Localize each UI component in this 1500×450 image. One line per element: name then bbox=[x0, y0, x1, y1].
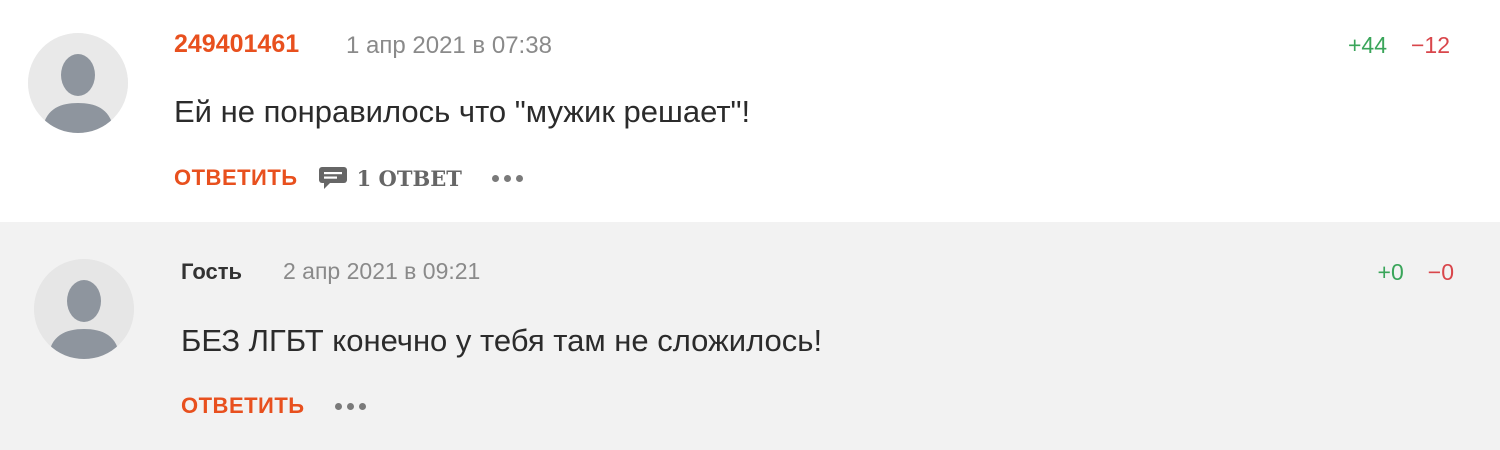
reply-button[interactable]: ОТВЕТИТЬ bbox=[174, 165, 298, 191]
reply-comment: Гость 2 апр 2021 в 09:21 +0 −0 БЕЗ ЛГБТ к… bbox=[0, 222, 1500, 450]
upvote-button[interactable]: +0 bbox=[1378, 259, 1404, 285]
comment-actions: ОТВЕТИТЬ 1 ОТВЕТ bbox=[174, 165, 528, 191]
replies-count-link[interactable]: 1 ОТВЕТ bbox=[318, 166, 462, 191]
comment-bubble-icon bbox=[318, 166, 348, 190]
comment: 249401461 1 апр 2021 в 07:38 +44 −12 Ей н… bbox=[0, 0, 1500, 222]
comment-actions: ОТВЕТИТЬ bbox=[181, 393, 371, 419]
reply-button[interactable]: ОТВЕТИТЬ bbox=[181, 393, 305, 419]
avatar bbox=[34, 259, 134, 359]
vote-counter: +44 −12 bbox=[1348, 32, 1450, 59]
replies-count-label: 1 ОТВЕТ bbox=[356, 165, 462, 191]
more-dots-icon[interactable] bbox=[491, 174, 528, 182]
vote-counter: +0 −0 bbox=[1378, 259, 1454, 286]
downvote-button[interactable]: −0 bbox=[1428, 259, 1454, 285]
comment-date: 1 апр 2021 в 07:38 bbox=[346, 32, 552, 59]
comment-text: БЕЗ ЛГБТ конечно у тебя там не сложилось… bbox=[181, 323, 823, 358]
upvote-button[interactable]: +44 bbox=[1348, 32, 1387, 58]
comment-author[interactable]: Гость bbox=[181, 259, 242, 285]
downvote-button[interactable]: −12 bbox=[1411, 32, 1450, 58]
comment-date: 2 апр 2021 в 09:21 bbox=[283, 258, 481, 284]
avatar bbox=[28, 33, 128, 133]
comment-text: Ей не понравилось что "мужик решает"! bbox=[174, 94, 751, 129]
user-silhouette-icon bbox=[28, 33, 128, 133]
comment-author[interactable]: 249401461 bbox=[174, 30, 299, 59]
more-dots-icon[interactable] bbox=[334, 402, 371, 410]
user-silhouette-icon bbox=[34, 259, 134, 359]
